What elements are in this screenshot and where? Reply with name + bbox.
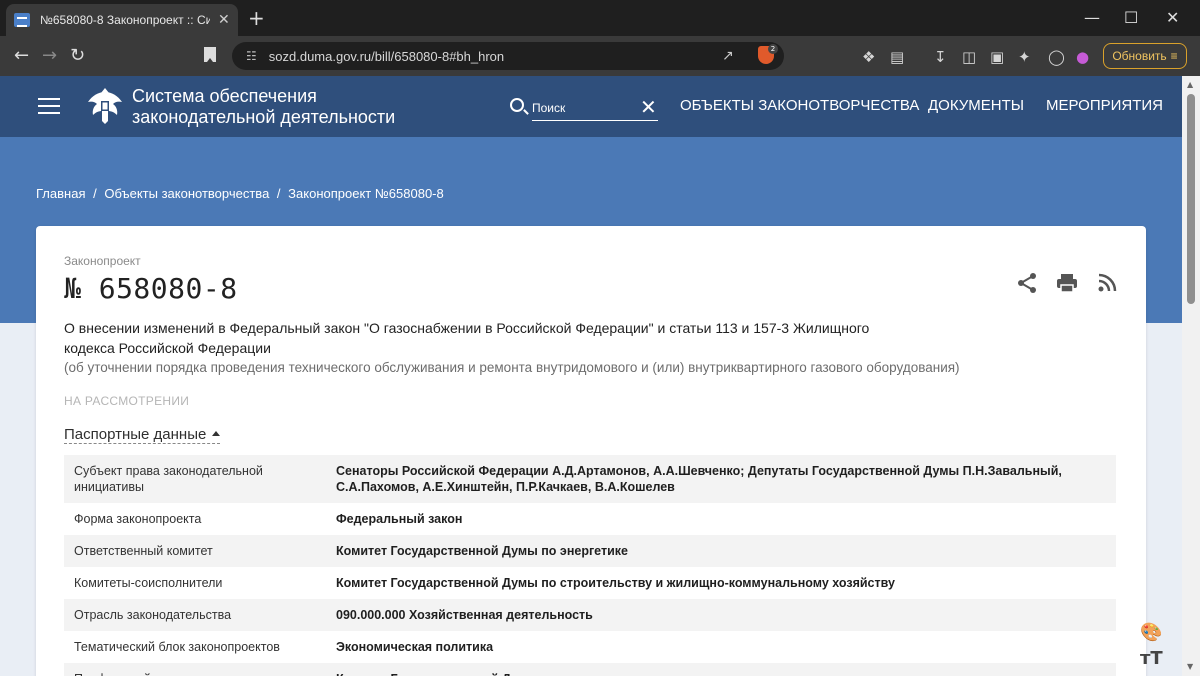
nav-documents[interactable]: ДОКУМЕНТЫ — [928, 97, 1024, 114]
leo-ai-icon[interactable]: ✦ — [1018, 48, 1031, 66]
table-row: Комитеты-соисполнители Комитет Государст… — [64, 567, 1116, 599]
forward-icon[interactable]: → — [42, 46, 57, 66]
bookmark-icon[interactable] — [204, 47, 216, 62]
maximize-icon[interactable]: ☐ — [1124, 8, 1138, 27]
breadcrumb-separator: / — [93, 186, 97, 201]
palette-icon[interactable]: 🎨 — [1140, 622, 1162, 643]
bill-title-line2: кодекса Российской Федерации — [64, 340, 271, 356]
nav-events[interactable]: МЕРОПРИЯТИЯ — [1046, 97, 1163, 114]
site-title-line2: законодательной деятельности — [132, 107, 396, 127]
text-size-icon[interactable]: тT — [1140, 648, 1163, 669]
document-type: Законопроект — [64, 254, 141, 268]
breadcrumb-current: Законопроект №658080-8 — [288, 186, 444, 201]
clear-search-icon[interactable]: ✕ — [640, 95, 657, 119]
share-icon[interactable] — [1016, 272, 1038, 294]
vpn-icon[interactable]: ◯ — [1048, 48, 1065, 66]
scroll-down-icon[interactable]: ▼ — [1187, 662, 1193, 671]
bill-title-line1: О внесении изменений в Федеральный закон… — [64, 320, 870, 336]
print-icon[interactable] — [1056, 272, 1078, 294]
passport-key: Тематический блок законопроектов — [64, 631, 326, 663]
coat-of-arms-logo[interactable] — [84, 84, 126, 126]
back-icon[interactable]: ← — [14, 46, 29, 66]
caret-up-icon — [212, 430, 221, 436]
status-badge: НА РАССМОТРЕНИИ — [64, 394, 190, 408]
sidebar-icon[interactable]: ◫ — [962, 48, 976, 66]
nav-objects[interactable]: ОБЪЕКТЫ ЗАКОНОТВОРЧЕСТВА — [680, 97, 919, 114]
wallet-icon[interactable]: ▣ — [990, 48, 1004, 66]
minimize-icon[interactable]: — — [1084, 8, 1100, 27]
extensions-icon[interactable]: ❖ — [862, 48, 875, 66]
passport-value[interactable]: Комитет Государственной Думы по энергети… — [326, 663, 1116, 676]
shields-badge: 2 — [768, 44, 778, 54]
scrollbar[interactable]: ▲ ▼ — [1182, 76, 1200, 676]
passport-toggle[interactable]: Паспортные данные — [64, 426, 221, 444]
table-row: Тематический блок законопроектов Экономи… — [64, 631, 1116, 663]
update-button[interactable]: Обновить ≡ — [1103, 43, 1187, 69]
download-icon[interactable]: ↧ — [934, 48, 947, 66]
breadcrumb-objects[interactable]: Объекты законотворчества — [104, 186, 269, 201]
site-title-line1: Система обеспечения — [132, 86, 317, 106]
search-icon[interactable] — [510, 98, 524, 112]
breadcrumb: Главная / Объекты законотворчества / Зак… — [36, 186, 448, 201]
passport-key: Субъект права законодательной инициативы — [64, 455, 326, 503]
close-tab-icon[interactable]: ✕ — [218, 12, 230, 28]
table-row: Ответственный комитет Комитет Государств… — [64, 535, 1116, 567]
table-row: Субъект права законодательной инициативы… — [64, 455, 1116, 503]
scroll-up-icon[interactable]: ▲ — [1187, 80, 1193, 89]
url-text[interactable]: sozd.duma.gov.ru/bill/658080-8#bh_hron — [269, 49, 504, 64]
passport-value: Федеральный закон — [326, 503, 1116, 535]
favicon-icon — [14, 13, 30, 27]
passport-value[interactable]: Комитет Государственной Думы по строител… — [326, 567, 1116, 599]
passport-key: Профильный комитет — [64, 663, 326, 676]
site-title[interactable]: Система обеспечения законодательной деят… — [132, 86, 395, 128]
reader-icon[interactable]: ▤ — [890, 48, 904, 66]
breadcrumb-home[interactable]: Главная — [36, 186, 85, 201]
hamburger-menu-icon[interactable] — [38, 98, 60, 114]
rss-icon[interactable] — [1096, 272, 1118, 294]
site-header: Система обеспечения законодательной деят… — [0, 76, 1182, 137]
table-row: Профильный комитет Комитет Государственн… — [64, 663, 1116, 676]
profile-icon[interactable]: ● — [1076, 48, 1089, 66]
scroll-thumb[interactable] — [1187, 94, 1195, 304]
passport-key: Ответственный комитет — [64, 535, 326, 567]
update-label: Обновить — [1112, 49, 1167, 63]
passport-key: Форма законопроекта — [64, 503, 326, 535]
bill-number: № 658080-8 — [64, 272, 238, 305]
bill-title: О внесении изменений в Федеральный закон… — [64, 318, 884, 358]
passport-value: Сенаторы Российской Федерации А.Д.Артамо… — [326, 455, 1116, 503]
reload-icon[interactable]: ↻ — [70, 46, 85, 66]
browser-tabbar: №658080-8 Законопроект :: Система обеспе… — [0, 0, 1200, 36]
breadcrumb-separator: / — [276, 186, 281, 201]
bill-subtitle: (об уточнении порядка проведения техниче… — [64, 360, 960, 375]
share-icon[interactable]: ↗ — [722, 48, 734, 64]
site-info-icon[interactable]: ☷ — [246, 49, 257, 63]
table-row: Форма законопроекта Федеральный закон — [64, 503, 1116, 535]
passport-value: 090.000.000 Хозяйственная деятельность — [326, 599, 1116, 631]
window-close-icon[interactable]: ✕ — [1166, 8, 1179, 27]
passport-toggle-label: Паспортные данные — [64, 426, 207, 443]
tab-title: №658080-8 Законопроект :: Система обеспе… — [40, 13, 210, 27]
menu-icon: ≡ — [1170, 49, 1178, 63]
table-row: Отрасль законодательства 090.000.000 Хоз… — [64, 599, 1116, 631]
passport-key: Комитеты-соисполнители — [64, 567, 326, 599]
passport-value[interactable]: Комитет Государственной Думы по энергети… — [326, 535, 1116, 567]
passport-table: Субъект права законодательной инициативы… — [64, 455, 1116, 676]
new-tab-button[interactable]: + — [248, 8, 265, 28]
bill-card: Законопроект № 658080-8 О внесении измен… — [36, 226, 1146, 676]
passport-key: Отрасль законодательства — [64, 599, 326, 631]
address-bar[interactable]: ☷ sozd.duma.gov.ru/bill/658080-8#bh_hron — [232, 42, 784, 70]
page-viewport: Система обеспечения законодательной деят… — [0, 76, 1182, 676]
browser-tab[interactable]: №658080-8 Законопроект :: Система обеспе… — [6, 4, 238, 36]
passport-value: Экономическая политика — [326, 631, 1116, 663]
